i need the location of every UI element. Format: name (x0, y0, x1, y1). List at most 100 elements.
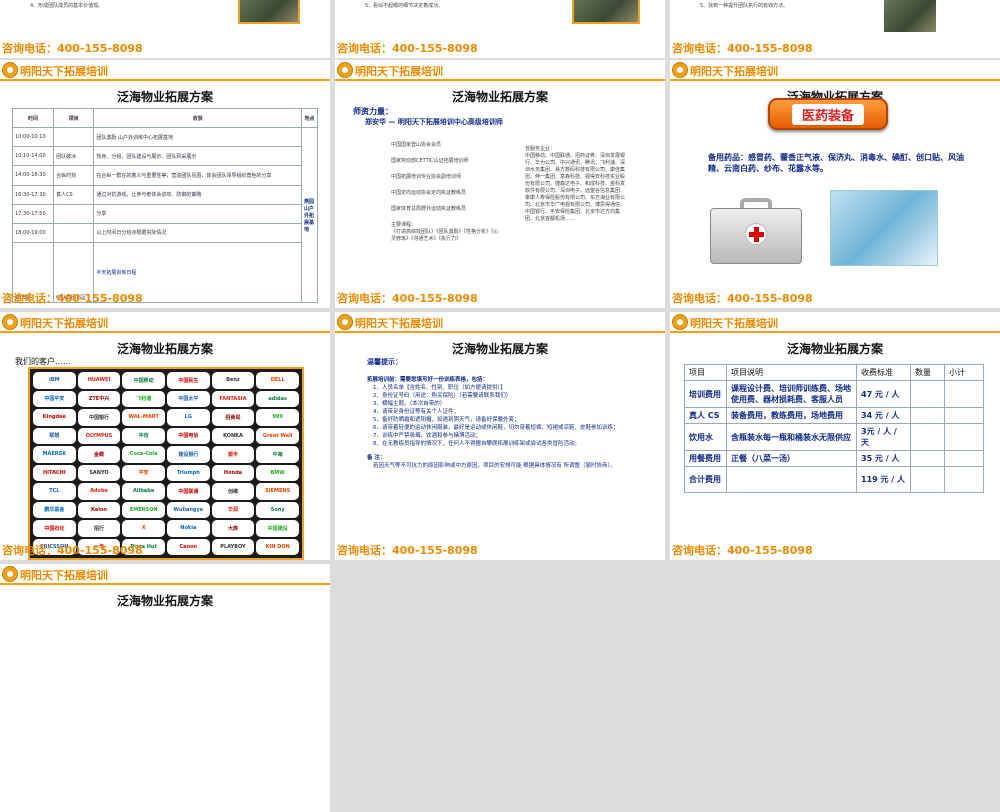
cell: 团队激励 山户外训练中心拓展基地 (93, 127, 302, 148)
cell (53, 222, 95, 244)
notice-item: 7、训练中严禁吸烟、饮酒和参与赌博活动； (373, 433, 482, 439)
courses-label: 主要课程： (391, 222, 417, 228)
client-logo: 中国银行 (77, 409, 121, 426)
client-logo: 中国民生 (167, 372, 210, 389)
client-logo: 中国石化 (33, 520, 76, 537)
slide-header: 明阳天下拓展培训 (670, 60, 1000, 81)
client-logo: 中国平安 (33, 390, 76, 407)
trainer-name: 郑安华 — 明阳天下拓展培训中心高级培训师 (365, 118, 503, 126)
col-header: 时间 (11, 107, 55, 129)
slide-title: 泛海物业拓展方案 (116, 90, 213, 104)
col-header: 收获 (93, 107, 302, 129)
cell (53, 127, 95, 148)
consult-phone: 咨询电话：400-155-8098 (337, 42, 478, 55)
fee-qty (910, 450, 945, 467)
note-text: 若因天气等不可抗力的原因影响或中方原因，项目的安排可能 根据具体情况有 所调整（… (373, 463, 616, 469)
slide-title: 泛海物业拓展方案 (786, 342, 883, 356)
slide-thumbnail-7[interactable]: 明阳天下拓展培训 泛海物业拓展方案 我们的客户…… IBM HUAWEI 中国移动中… (0, 312, 330, 560)
col-header: 收费标准 (856, 364, 911, 381)
trainer-section-label: 师资力量： (353, 107, 393, 116)
brand-name: 明阳天下拓展培训 (20, 569, 108, 582)
fee-price: 35 元 / 人 (856, 450, 911, 467)
client-logo: 华润 (211, 501, 255, 518)
slide-text: 4、形成团队成员的基本价值观。 (30, 3, 104, 9)
client-logo: 中国建设 (256, 520, 299, 537)
fee-subtotal (944, 423, 984, 451)
client-logo: Canon (167, 538, 210, 555)
note-label: 备 注： (367, 455, 386, 461)
client-logo: 鹏华基金 (33, 501, 76, 518)
cell: 10:10-14:00 (11, 146, 55, 167)
client-logo: EMERSON (122, 501, 165, 518)
cell: 18:00-19:00 (11, 222, 55, 244)
fee-desc: 装备费用，教练费用，场地费用 (726, 407, 857, 424)
brand-name: 明阳天下拓展培训 (690, 65, 778, 78)
slide-thumbnail-1[interactable]: 4、形成团队成员的基本价值观。 咨询电话：400-155-8098 (0, 0, 330, 58)
consult-phone: 咨询电话：400-155-8098 (337, 292, 478, 305)
slide-thumbnail-9[interactable]: 明阳天下拓展培训 泛海物业拓展方案 项目 项目说明 收费标准 数量 小计 培训费… (670, 312, 1000, 560)
notice-item: 1、人员名单【含姓名、性别、职位（如方便请提供）】 (373, 385, 506, 391)
logo-icon (2, 566, 18, 582)
logo-icon (337, 314, 353, 330)
cell: 在合纵一群在的着义与重要性等，营造团队氛围，体会团队领导组织角色的分享 (93, 165, 302, 186)
team-photo (238, 0, 300, 24)
slide-title: 泛海物业拓展方案 (451, 342, 548, 356)
client-logo: 中信 (122, 427, 165, 444)
fee-item: 合计费用 (684, 466, 727, 493)
credential-line: 中国国家登山协会会员 (391, 142, 442, 148)
notice-item: 2、身份证号码（用途：购买保险）（若需要请联系我们） (373, 393, 512, 399)
slide-header: 明阳天下拓展培训 (0, 312, 330, 333)
client-logo: Coca-Cola (122, 446, 165, 463)
client-logo: 中国太平 (167, 390, 210, 407)
slide-thumbnail-3[interactable]: 5、找到一种提升团队执行的有效方法。 咨询电话：400-155-8098 (670, 0, 1000, 58)
client-logo: 中国电信 (167, 427, 210, 444)
client-logo: SANYO (77, 464, 121, 481)
fee-qty (910, 423, 945, 451)
col-header: 数量 (910, 364, 945, 381)
client-logo: Honda (211, 464, 255, 481)
col-header: 小计 (944, 364, 984, 381)
col-header: 项目说明 (726, 364, 857, 381)
fee-price: 34 元 / 人 (856, 407, 911, 424)
slide-thumbnail-6[interactable]: 明阳天下拓展培训 泛海物业拓展方案 医药装备 备用药品：感冒药、藿香正气液、保济… (670, 60, 1000, 308)
notice-item: 5、备好防晒霜和遮阳帽，如遇到阴天气，请备好保暖外套； (373, 417, 520, 423)
client-logo: Sony (256, 501, 299, 518)
served-label: 曾服务企业： (525, 146, 556, 152)
slide-thumbnail-4[interactable]: 明阳天下拓展培训 泛海物业拓展方案 时间 项目 收获 地点 10:00-10:1… (0, 60, 330, 308)
client-logo: KONKA (211, 427, 255, 444)
notice-item: 3、横幅主题。（本次自带的） (373, 401, 446, 407)
medicine-label: 备用药品： (708, 153, 748, 162)
fee-table: 项目 项目说明 收费标准 数量 小计 培训费用 课程设计费、培训师训练费、场地使用… (684, 364, 984, 493)
slide-title: 泛海物业拓展方案 (116, 342, 213, 356)
fee-item: 饮用水 (684, 423, 727, 451)
slide-thumbnail-2[interactable]: 5、看似不起眼的细节决定着成功。 咨询电话：400-155-8098 (335, 0, 665, 58)
credential-line: 国家劳动部CETTIC认证拓展培训师 (391, 158, 469, 164)
slide-thumbnail-5[interactable]: 明阳天下拓展培训 泛海物业拓展方案 师资力量： 郑安华 — 明阳天下拓展培训中心… (335, 60, 665, 308)
fee-qty (910, 380, 945, 408)
slide-header: 明阳天下拓展培训 (0, 564, 330, 585)
notice-item: 8、在无教练员指导的情况下，任何人不得擅自攀爬拓展训练架或尝试各类冒险活动。 (373, 441, 581, 447)
credential-line: 中国拓展培训专业协会副培训师 (391, 174, 462, 180)
team-photo (884, 0, 936, 32)
fee-item: 培训费用 (684, 380, 727, 408)
client-logo: KIN DON (256, 538, 299, 555)
client-logo: LG (167, 409, 210, 426)
slide-thumbnail-8[interactable]: 明阳天下拓展培训 泛海物业拓展方案 温馨提示： 拓展培训前：需要您填写好一份训练… (335, 312, 665, 560)
client-logo: Nokia (167, 520, 210, 537)
cell: 真人CS (53, 184, 95, 205)
red-cross-icon (745, 223, 767, 245)
client-logo: 联想 (33, 427, 76, 444)
slide-thumbnail-10[interactable]: 明阳天下拓展培训 泛海物业拓展方案 (0, 564, 330, 812)
team-photo (572, 0, 640, 24)
client-logo: TCL (33, 483, 76, 500)
client-logo: Benz (211, 372, 255, 389)
place-cell: 燕园山户外拓展基地 (301, 127, 318, 303)
notice-title: 温馨提示： (367, 358, 402, 366)
fee-qty (910, 466, 945, 493)
cell (53, 203, 95, 224)
logo-icon (337, 62, 353, 78)
medical-equipment-label: 医药装备 (791, 103, 864, 125)
client-logo: 创维 (211, 483, 255, 500)
logo-icon (2, 314, 18, 330)
cell: 以上时间日分班点根据实际情况 (93, 222, 302, 244)
